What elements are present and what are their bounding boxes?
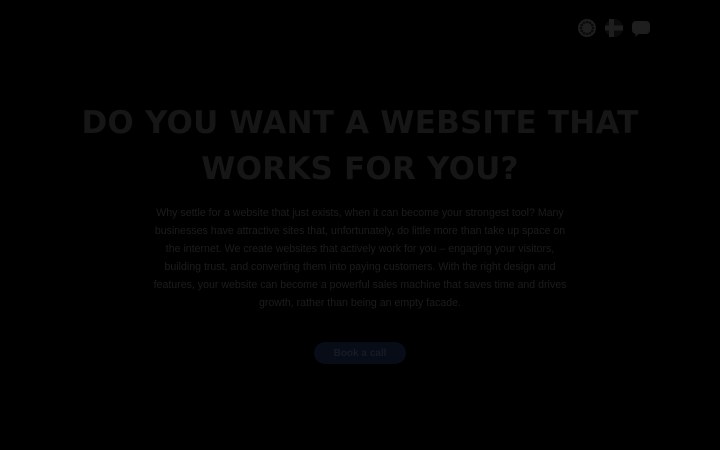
hero-description: Why settle for a website that just exist… — [153, 207, 567, 309]
book-call-button[interactable]: Book a call — [314, 342, 406, 364]
finland-flag-icon[interactable] — [604, 17, 624, 39]
hero-title: DO YOU WANT A WEBSITE THAT WORKS FOR YOU… — [81, 105, 639, 187]
language-switcher — [576, 17, 652, 39]
eu-flag-icon[interactable] — [577, 17, 597, 39]
chat-icon[interactable] — [631, 17, 651, 39]
